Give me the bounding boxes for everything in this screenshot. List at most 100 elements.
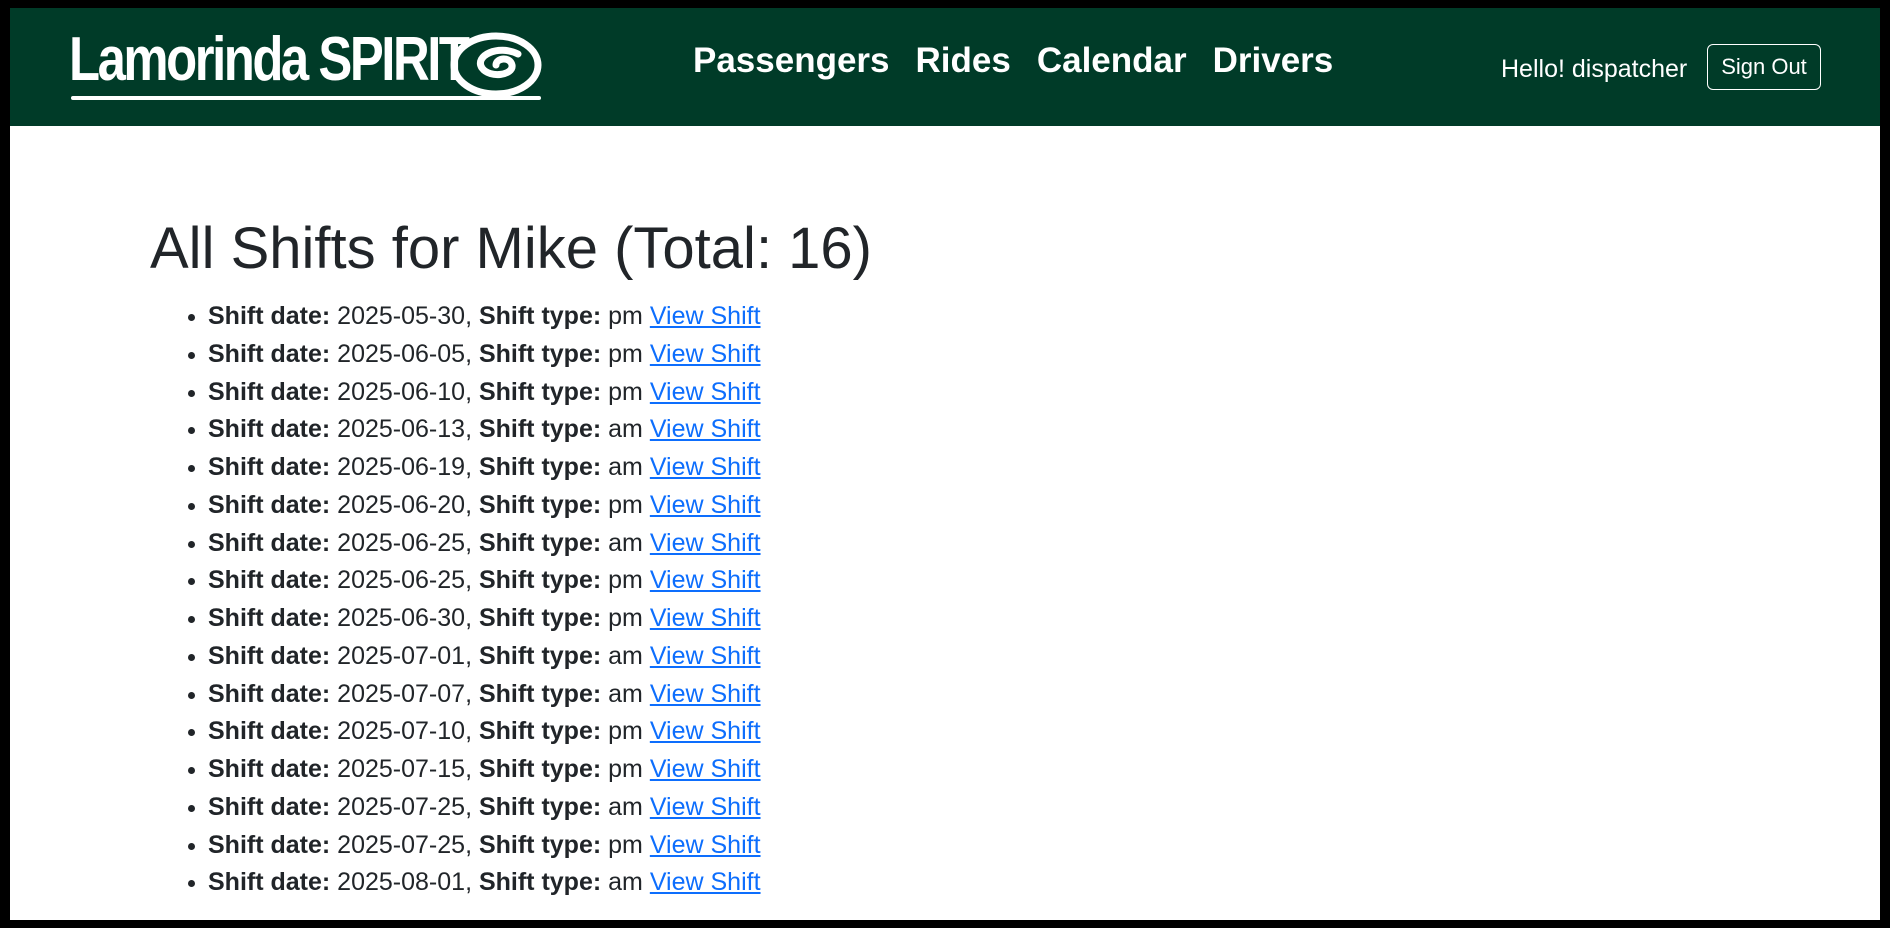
shift-date-label: Shift date: (208, 868, 331, 897)
shift-item: Shift date: 2025-06-19, Shift type: am V… (208, 449, 761, 487)
shift-type-label: Shift type: (478, 679, 602, 708)
shift-date-value: 2025-06-20 (337, 490, 466, 519)
nav-passengers[interactable]: Passengers (693, 41, 890, 81)
sign-out-button[interactable]: Sign Out (1707, 44, 1821, 90)
view-shift-link[interactable]: View Shift (650, 831, 761, 859)
shift-type-label: Shift type: (478, 377, 602, 406)
shift-date-value: 2025-07-15 (337, 755, 466, 783)
shift-date-label: Shift date: (208, 490, 331, 519)
shift-date-label: Shift date: (208, 641, 331, 670)
nav-drivers[interactable]: Drivers (1213, 41, 1334, 81)
shift-date-value: 2025-07-07 (337, 679, 466, 708)
shift-type-label: Shift type: (478, 755, 602, 783)
shift-date-label: Shift date: (208, 453, 331, 481)
shift-type-value: pm (608, 490, 643, 519)
page-title: All Shifts for Mike (Total: 16) (150, 216, 872, 281)
shift-type-label: Shift type: (478, 641, 602, 670)
shift-date-label: Shift date: (208, 755, 331, 783)
view-shift-link[interactable]: View Shift (650, 717, 761, 745)
shift-item: Shift date: 2025-06-30, Shift type: pm V… (208, 600, 761, 638)
shift-date-label: Shift date: (208, 302, 331, 330)
brand-underline (71, 96, 541, 100)
shift-date-label: Shift date: (208, 604, 331, 632)
shift-type-value: pm (608, 302, 643, 330)
shift-date-label: Shift date: (208, 717, 331, 746)
shift-date-value: 2025-06-10 (337, 377, 466, 406)
shift-item: Shift date: 2025-07-10, Shift type: pm V… (208, 713, 761, 751)
view-shift-link[interactable]: View Shift (650, 340, 761, 368)
shift-date-value: 2025-06-13 (337, 415, 466, 444)
shift-date-value: 2025-06-05 (337, 339, 466, 368)
shift-type-value: pm (608, 339, 643, 368)
shift-item: Shift date: 2025-07-01, Shift type: am V… (208, 638, 761, 676)
shift-item: Shift date: 2025-06-13, Shift type: am V… (208, 411, 761, 449)
shift-date-value: 2025-05-30 (337, 302, 466, 330)
top-navbar: Lamorinda SPIRIT Passengers Rides Calend… (10, 8, 1880, 126)
view-shift-link[interactable]: View Shift (650, 755, 761, 783)
shift-item: Shift date: 2025-06-25, Shift type: am V… (208, 525, 761, 563)
view-shift-link[interactable]: View Shift (650, 604, 761, 632)
view-shift-link[interactable]: View Shift (650, 642, 761, 670)
nav-rides[interactable]: Rides (916, 41, 1011, 81)
shift-type-value: am (608, 415, 643, 444)
view-shift-link[interactable]: View Shift (650, 453, 761, 481)
brand-logo[interactable]: Lamorinda SPIRIT (69, 26, 555, 116)
view-shift-link[interactable]: View Shift (650, 680, 761, 708)
shift-date-value: 2025-06-19 (337, 453, 466, 481)
shift-date-label: Shift date: (208, 377, 331, 406)
shift-date-label: Shift date: (208, 792, 331, 821)
shift-type-value: am (608, 641, 643, 670)
shift-type-label: Shift type: (478, 792, 602, 821)
shift-type-label: Shift type: (478, 490, 602, 519)
view-shift-link[interactable]: View Shift (650, 793, 761, 821)
spiral-logo-icon (450, 32, 542, 98)
shift-type-label: Shift type: (478, 302, 602, 330)
shift-item: Shift date: 2025-07-25, Shift type: am V… (208, 789, 761, 827)
shift-type-value: am (608, 792, 643, 821)
shift-item: Shift date: 2025-06-05, Shift type: pm V… (208, 336, 761, 374)
shift-date-value: 2025-06-30 (337, 604, 466, 632)
view-shift-link[interactable]: View Shift (650, 491, 761, 519)
shift-type-label: Shift type: (478, 604, 602, 632)
shift-item: Shift date: 2025-08-01, Shift type: am V… (208, 864, 761, 902)
shift-date-label: Shift date: (208, 415, 331, 444)
view-shift-link[interactable]: View Shift (650, 868, 761, 896)
shift-date-label: Shift date: (208, 830, 331, 859)
shift-item: Shift date: 2025-05-30, Shift type: pm V… (208, 298, 761, 336)
shift-date-value: 2025-06-25 (337, 528, 466, 557)
shift-type-label: Shift type: (478, 717, 602, 746)
view-shift-link[interactable]: View Shift (650, 566, 761, 594)
view-shift-link[interactable]: View Shift (650, 302, 761, 330)
shift-type-value: pm (608, 717, 643, 746)
shift-type-label: Shift type: (478, 528, 602, 557)
shift-type-value: am (608, 528, 643, 557)
shift-type-value: pm (608, 755, 643, 783)
shift-type-label: Shift type: (478, 830, 602, 859)
shift-item: Shift date: 2025-07-25, Shift type: pm V… (208, 827, 761, 865)
shift-date-label: Shift date: (208, 566, 331, 595)
shift-type-label: Shift type: (478, 566, 602, 595)
shift-type-value: am (608, 868, 643, 897)
shift-type-value: pm (608, 830, 643, 859)
shift-item: Shift date: 2025-07-07, Shift type: am V… (208, 676, 761, 714)
shift-date-label: Shift date: (208, 528, 331, 557)
shift-date-value: 2025-07-25 (337, 792, 466, 821)
shift-type-value: am (608, 679, 643, 708)
shift-type-value: pm (608, 604, 643, 632)
view-shift-link[interactable]: View Shift (650, 529, 761, 557)
shift-date-value: 2025-08-01 (337, 868, 466, 897)
view-shift-link[interactable]: View Shift (650, 415, 761, 443)
main-nav: Passengers Rides Calendar Drivers (693, 41, 1333, 81)
shift-date-value: 2025-07-25 (337, 830, 466, 859)
shift-date-value: 2025-07-01 (337, 641, 466, 670)
shift-type-value: am (608, 453, 643, 481)
shift-type-label: Shift type: (478, 453, 602, 481)
nav-calendar[interactable]: Calendar (1037, 41, 1187, 81)
shift-list: Shift date: 2025-05-30, Shift type: pm V… (160, 298, 761, 902)
shift-type-value: pm (608, 566, 643, 595)
view-shift-link[interactable]: View Shift (650, 378, 761, 406)
brand-name: Lamorinda SPIRIT (69, 25, 470, 94)
user-greeting: Hello! dispatcher (1501, 55, 1688, 83)
shift-type-label: Shift type: (478, 339, 602, 368)
app-window: Lamorinda SPIRIT Passengers Rides Calend… (10, 8, 1880, 920)
